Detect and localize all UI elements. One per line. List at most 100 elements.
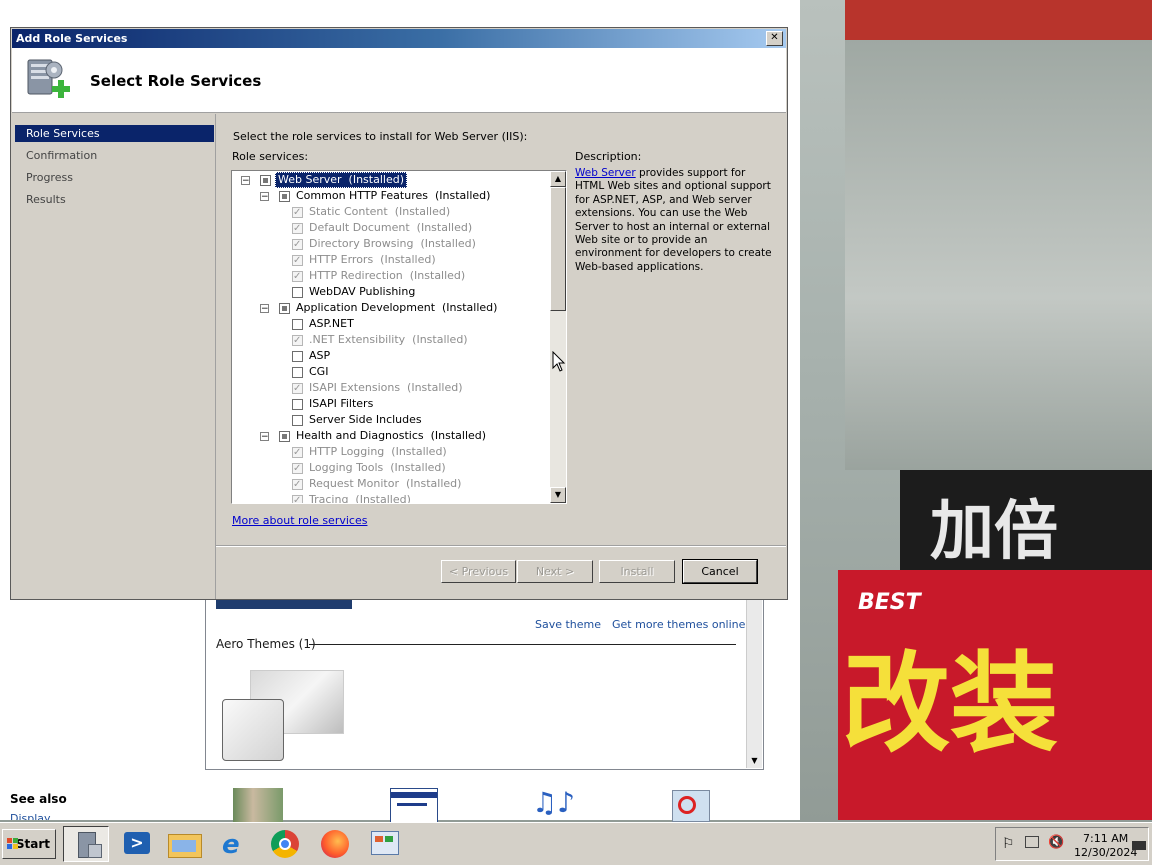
tree-row[interactable]: WebDAV Publishing xyxy=(232,284,550,300)
role-checkbox[interactable] xyxy=(292,253,303,269)
firefox-icon[interactable] xyxy=(313,826,359,862)
role-checkbox[interactable] xyxy=(292,493,303,503)
tree-row[interactable]: − Common HTTP Features (Installed) xyxy=(232,188,550,204)
previous-button[interactable]: < Previous xyxy=(441,560,516,583)
tree-row[interactable]: HTTP Logging (Installed) xyxy=(232,444,550,461)
add-role-services-dialog: Add Role Services ✕ Select Role Services… xyxy=(10,27,788,600)
sounds-icon[interactable]: ♫♪ xyxy=(532,788,582,822)
description-label: Description: xyxy=(575,150,642,163)
role-checkbox[interactable] xyxy=(292,269,303,285)
role-checkbox[interactable] xyxy=(292,319,303,330)
role-checkbox[interactable] xyxy=(292,461,303,477)
aero-themes-heading: Aero Themes (1) xyxy=(216,637,316,651)
screen-saver-icon[interactable] xyxy=(668,788,712,822)
role-label: ASP xyxy=(309,349,331,362)
network-icon[interactable] xyxy=(1025,836,1039,848)
wallpaper-sign-text: 加倍 xyxy=(930,495,1058,569)
tree-row[interactable]: ISAPI Filters xyxy=(232,396,550,412)
role-checkbox[interactable] xyxy=(292,221,303,237)
action-center-flag-icon[interactable]: ⚐ xyxy=(1002,836,1015,852)
role-checkbox[interactable] xyxy=(292,381,303,397)
role-checkbox[interactable] xyxy=(292,205,303,221)
tree-row[interactable]: Static Content (Installed) xyxy=(232,204,550,221)
tree-row[interactable]: .NET Extensibility (Installed) xyxy=(232,332,550,349)
tree-row[interactable]: Directory Browsing (Installed) xyxy=(232,236,550,253)
role-label: HTTP Redirection (Installed) xyxy=(309,269,466,282)
tree-row[interactable]: HTTP Redirection (Installed) xyxy=(232,268,550,285)
collapse-toggle-icon[interactable]: − xyxy=(260,432,269,442)
role-checkbox[interactable] xyxy=(292,333,303,349)
web-server-link[interactable]: Web Server xyxy=(575,167,636,179)
internet-explorer-icon[interactable]: e xyxy=(214,826,260,862)
role-checkbox[interactable] xyxy=(292,351,303,362)
next-button[interactable]: Next > xyxy=(517,560,593,583)
start-button[interactable]: Start xyxy=(2,829,56,859)
tree-scrollbar[interactable]: ▲ ▼ xyxy=(550,171,566,503)
role-label: Default Document (Installed) xyxy=(309,221,473,234)
tree-row[interactable]: ASP xyxy=(232,348,550,364)
more-about-role-services-link[interactable]: More about role services xyxy=(232,514,367,527)
collapse-toggle-icon[interactable]: − xyxy=(260,192,269,202)
role-label: WebDAV Publishing xyxy=(309,285,416,298)
role-checkbox[interactable] xyxy=(279,191,290,202)
tree-row[interactable]: ISAPI Extensions (Installed) xyxy=(232,380,550,397)
role-checkbox[interactable] xyxy=(279,431,290,442)
role-label: Server Side Includes xyxy=(309,413,422,426)
scroll-up-arrow-icon[interactable]: ▲ xyxy=(550,171,566,187)
role-checkbox[interactable] xyxy=(279,303,290,314)
get-more-themes-link[interactable]: Get more themes online xyxy=(612,618,745,631)
themes-scrollbar[interactable]: ▼ xyxy=(746,591,762,768)
tree-row[interactable]: CGI xyxy=(232,364,550,380)
role-checkbox[interactable] xyxy=(260,175,271,186)
install-button[interactable]: Install xyxy=(599,560,675,583)
collapse-toggle-icon[interactable]: − xyxy=(260,304,269,314)
see-also-display-link[interactable]: Display xyxy=(10,812,51,820)
role-checkbox[interactable] xyxy=(292,367,303,378)
clock-time[interactable]: 7:11 AM xyxy=(1083,832,1128,845)
close-button[interactable]: ✕ xyxy=(766,31,783,46)
tree-row[interactable]: Tracing (Installed) xyxy=(232,492,550,503)
dialog-title-bar[interactable]: Add Role Services ✕ xyxy=(12,29,786,48)
start-label: Start xyxy=(15,837,50,851)
step-role-services[interactable]: Role Services xyxy=(15,125,214,142)
aero-theme-color-swatch[interactable] xyxy=(222,699,284,761)
volume-muted-icon[interactable]: 🔇 xyxy=(1048,835,1064,850)
tree-row[interactable]: ASP.NET xyxy=(232,316,550,332)
tree-row[interactable]: HTTP Errors (Installed) xyxy=(232,252,550,269)
desktop-background-icon[interactable] xyxy=(233,788,283,822)
role-services-label: Role services: xyxy=(232,150,309,163)
scroll-down-arrow-icon[interactable]: ▼ xyxy=(550,487,566,503)
tree-row[interactable]: Default Document (Installed) xyxy=(232,220,550,237)
tree-row[interactable]: − Health and Diagnostics (Installed) xyxy=(232,428,550,444)
save-theme-link[interactable]: Save theme xyxy=(535,618,601,631)
tree-row[interactable]: − Application Development (Installed) xyxy=(232,300,550,316)
see-also-heading: See also xyxy=(10,792,67,806)
role-services-tree[interactable]: − Web Server (Installed) − Common HTTP Feat… xyxy=(231,170,567,504)
show-desktop-icon[interactable] xyxy=(1132,841,1146,850)
tree-row[interactable]: Request Monitor (Installed) xyxy=(232,476,550,493)
role-checkbox[interactable] xyxy=(292,445,303,461)
control-panel-icon[interactable] xyxy=(362,826,408,862)
collapse-toggle-icon[interactable]: − xyxy=(241,176,250,186)
explorer-folder-icon[interactable] xyxy=(162,826,208,862)
role-checkbox[interactable] xyxy=(292,477,303,493)
wallpaper-best-text: BEST xyxy=(858,590,921,615)
server-manager-icon[interactable] xyxy=(63,826,109,862)
scrollbar-thumb[interactable] xyxy=(550,187,566,311)
chrome-icon[interactable] xyxy=(263,826,309,862)
dialog-content: Select the role services to install for … xyxy=(216,114,786,599)
powershell-icon[interactable]: > xyxy=(115,826,161,862)
tree-row[interactable]: Logging Tools (Installed) xyxy=(232,460,550,477)
clock-date[interactable]: 12/30/2024 xyxy=(1074,846,1137,859)
role-checkbox[interactable] xyxy=(292,287,303,298)
role-checkbox[interactable] xyxy=(292,415,303,426)
tree-row[interactable]: − Web Server (Installed) xyxy=(232,172,550,188)
role-checkbox[interactable] xyxy=(292,237,303,253)
window-color-icon[interactable] xyxy=(390,788,438,824)
role-checkbox[interactable] xyxy=(292,399,303,410)
instruction-text: Select the role services to install for … xyxy=(233,130,528,143)
button-separator xyxy=(216,545,786,547)
scroll-down-arrow-icon[interactable]: ▼ xyxy=(747,753,762,768)
tree-row[interactable]: Server Side Includes xyxy=(232,412,550,428)
cancel-button[interactable]: Cancel xyxy=(682,559,758,584)
